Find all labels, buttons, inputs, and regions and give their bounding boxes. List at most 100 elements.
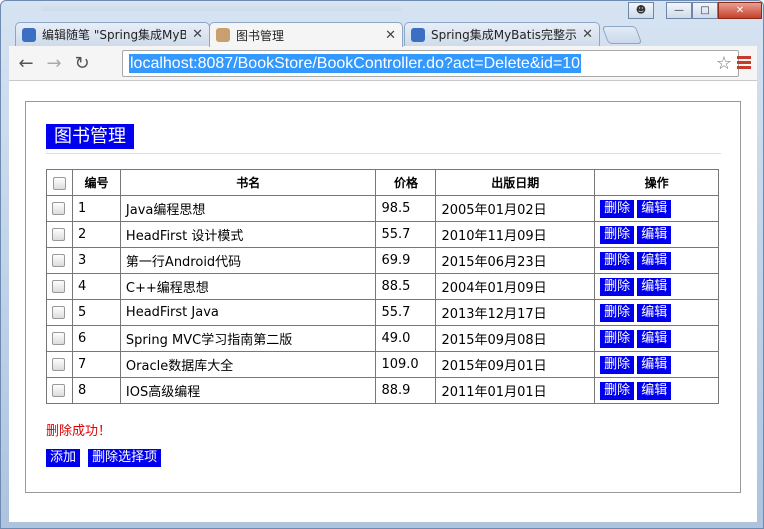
book-date: 2010年11月09日 <box>435 221 596 248</box>
delete-row-button[interactable]: 删除 <box>600 381 635 400</box>
edit-row-button[interactable]: 编辑 <box>637 199 672 218</box>
row-select-cell <box>46 325 73 352</box>
browser-menu-icon[interactable] <box>737 56 751 71</box>
edit-row-button[interactable]: 编辑 <box>637 225 672 244</box>
row-checkbox[interactable] <box>52 306 65 319</box>
book-id: 4 <box>71 273 121 300</box>
blog-favicon-icon <box>22 27 36 42</box>
book-price: 55.7 <box>375 299 437 326</box>
table-row: 1 Java编程思想 98.5 2005年01月02日 删除 编辑 <box>46 195 719 222</box>
row-select-cell <box>46 247 73 274</box>
delete-row-button[interactable]: 删除 <box>600 199 635 218</box>
table-header-row: 编号 书名 价格 出版日期 操作 <box>46 169 719 196</box>
row-checkbox[interactable] <box>52 254 65 267</box>
book-id: 5 <box>71 299 121 326</box>
book-name: IOS高级编程 <box>119 377 377 404</box>
page-viewport: 图书管理 编号 书名 价格 出版日期 操作 1Java编程思想 98.5 200… <box>9 81 757 522</box>
row-checkbox[interactable] <box>52 280 65 293</box>
table-row: 2 HeadFirst 设计模式 55.7 2010年11月09日 删除 编辑 <box>46 221 719 248</box>
bottom-actions: 添加 删除选择项 <box>46 449 165 467</box>
row-actions: 删除 编辑 <box>594 325 719 352</box>
edit-row-button[interactable]: 编辑 <box>637 329 672 348</box>
tab-close-icon[interactable]: ✕ <box>192 27 203 42</box>
column-header: 书名 <box>119 169 377 196</box>
book-id: 1 <box>71 195 121 222</box>
tab-blog-edit[interactable]: 编辑随笔 "Spring集成MyB ✕ <box>15 22 210 46</box>
book-name: HeadFirst Java <box>119 299 377 326</box>
title-divider <box>46 153 721 154</box>
content-panel: 图书管理 编号 书名 价格 出版日期 操作 1Java编程思想 98.5 200… <box>25 101 741 493</box>
page-favicon-icon <box>216 28 230 42</box>
tab-title: 图书管理 <box>236 28 285 43</box>
forward-arrow-icon[interactable]: → <box>43 52 65 74</box>
delete-row-button[interactable]: 删除 <box>600 225 635 244</box>
book-price: 109.0 <box>375 351 437 378</box>
row-actions: 删除 编辑 <box>594 299 719 326</box>
row-select-cell <box>46 221 73 248</box>
delete-row-button[interactable]: 删除 <box>600 303 635 322</box>
maximize-button[interactable]: □ <box>692 2 718 19</box>
back-arrow-icon[interactable]: ← <box>15 52 37 74</box>
tab-close-icon[interactable]: ✕ <box>582 27 593 42</box>
browser-window: ☻ — □ ✕ 编辑随笔 "Spring集成MyB ✕ 图书管理 ✕ Sprin… <box>0 0 764 529</box>
row-checkbox[interactable] <box>52 202 65 215</box>
table-row: 5 HeadFirst Java 55.7 2013年12月17日 删除 编辑 <box>46 299 719 326</box>
book-date: 2005年01月02日 <box>435 195 596 222</box>
book-date: 2015年09月01日 <box>435 351 596 378</box>
column-header: 编号 <box>71 169 121 196</box>
book-name: Java编程思想 <box>119 195 377 222</box>
book-price: 88.9 <box>375 377 437 404</box>
select-all-checkbox[interactable] <box>52 176 66 190</box>
title-bar <box>41 1 401 11</box>
row-actions: 删除 编辑 <box>594 247 719 274</box>
row-select-cell <box>46 299 73 326</box>
delete-row-button[interactable]: 删除 <box>600 355 635 374</box>
edit-row-button[interactable]: 编辑 <box>637 251 672 270</box>
bookmark-star-icon[interactable]: ☆ <box>716 53 732 74</box>
table-row: 7 Oracle数据库大全 109.0 2015年09月01日 删除 编辑 <box>46 351 719 378</box>
book-date: 2011年01月01日 <box>435 377 596 404</box>
book-id: 7 <box>71 351 121 378</box>
row-checkbox[interactable] <box>52 332 65 345</box>
book-id: 8 <box>71 377 121 404</box>
select-all-cell <box>46 169 73 196</box>
blog-favicon-icon <box>411 27 425 42</box>
column-header: 出版日期 <box>435 169 596 196</box>
edit-row-button[interactable]: 编辑 <box>637 277 672 296</box>
table-row: 3 第一行Android代码 69.9 2015年06月23日 删除 编辑 <box>46 247 719 274</box>
user-icon[interactable]: ☻ <box>628 2 654 19</box>
delete-row-button[interactable]: 删除 <box>600 329 635 348</box>
book-name: 第一行Android代码 <box>119 247 377 274</box>
tab-spring-mybatis[interactable]: Spring集成MyBatis完整示 ✕ <box>404 22 600 46</box>
delete-selected-button[interactable]: 删除选择项 <box>88 449 162 467</box>
row-checkbox[interactable] <box>52 384 65 397</box>
url-text[interactable]: localhost:8087/BookStore/BookController.… <box>129 54 582 73</box>
tab-book-management[interactable]: 图书管理 ✕ <box>209 22 403 47</box>
row-select-cell <box>46 195 73 222</box>
add-button[interactable]: 添加 <box>46 449 81 467</box>
book-name: Spring MVC学习指南第二版 <box>119 325 377 352</box>
delete-row-button[interactable]: 删除 <box>600 277 635 296</box>
tab-close-icon[interactable]: ✕ <box>385 28 396 43</box>
close-window-button[interactable]: ✕ <box>718 2 762 19</box>
row-select-cell <box>46 351 73 378</box>
browser-toolbar: ← → ↻ localhost:8087/BookStore/BookContr… <box>9 46 757 81</box>
row-checkbox[interactable] <box>52 358 65 371</box>
table-row: 4 C++编程思想 88.5 2004年01月09日 删除 编辑 <box>46 273 719 300</box>
column-header: 价格 <box>375 169 437 196</box>
edit-row-button[interactable]: 编辑 <box>637 381 672 400</box>
reload-icon[interactable]: ↻ <box>71 52 93 74</box>
new-tab-button[interactable] <box>601 26 643 44</box>
book-id: 3 <box>71 247 121 274</box>
edit-row-button[interactable]: 编辑 <box>637 303 672 322</box>
row-actions: 删除 编辑 <box>594 195 719 222</box>
minimize-button[interactable]: — <box>666 2 692 19</box>
row-checkbox[interactable] <box>52 228 65 241</box>
book-name: Oracle数据库大全 <box>119 351 377 378</box>
edit-row-button[interactable]: 编辑 <box>637 355 672 374</box>
address-bar[interactable]: localhost:8087/BookStore/BookController.… <box>122 50 739 77</box>
row-actions: 删除 编辑 <box>594 351 719 378</box>
delete-row-button[interactable]: 删除 <box>600 251 635 270</box>
book-id: 6 <box>71 325 121 352</box>
book-date: 2015年09月08日 <box>435 325 596 352</box>
